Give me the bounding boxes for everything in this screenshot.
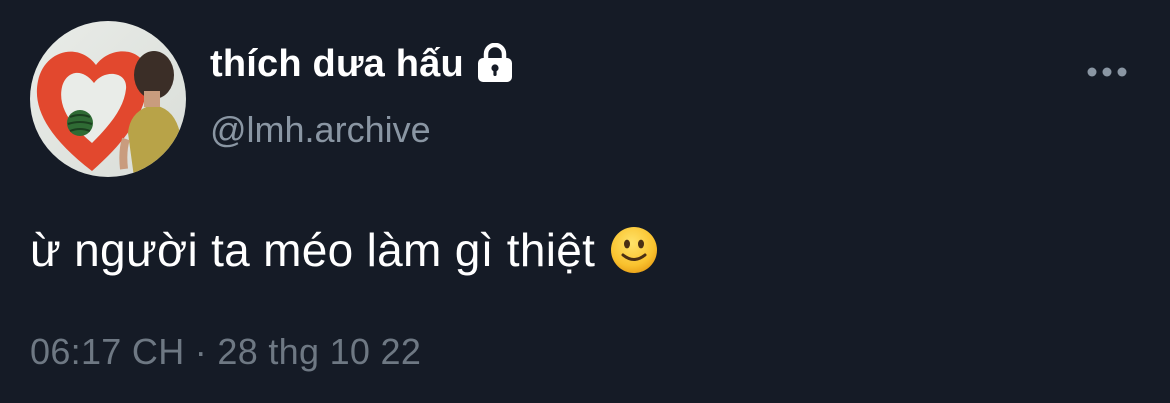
author-name-text: thích dưa hấu	[210, 43, 464, 85]
lock-icon	[474, 42, 516, 83]
avatar[interactable]	[30, 21, 186, 177]
tweet-text: ừ người ta méo làm gì thiệt	[30, 224, 596, 276]
author-handle[interactable]: @lmh.archive	[210, 107, 431, 153]
tweet-timestamp[interactable]: 06:17 CH · 28 thg 10 22	[30, 330, 421, 374]
avatar-image	[30, 21, 186, 177]
more-options-icon[interactable]	[1082, 58, 1132, 86]
author-display-name[interactable]: thích dưa hấu	[210, 41, 516, 87]
tweet-body: ừ người ta méo làm gì thiệt	[30, 222, 659, 278]
slightly-smiling-face-icon	[609, 225, 659, 275]
